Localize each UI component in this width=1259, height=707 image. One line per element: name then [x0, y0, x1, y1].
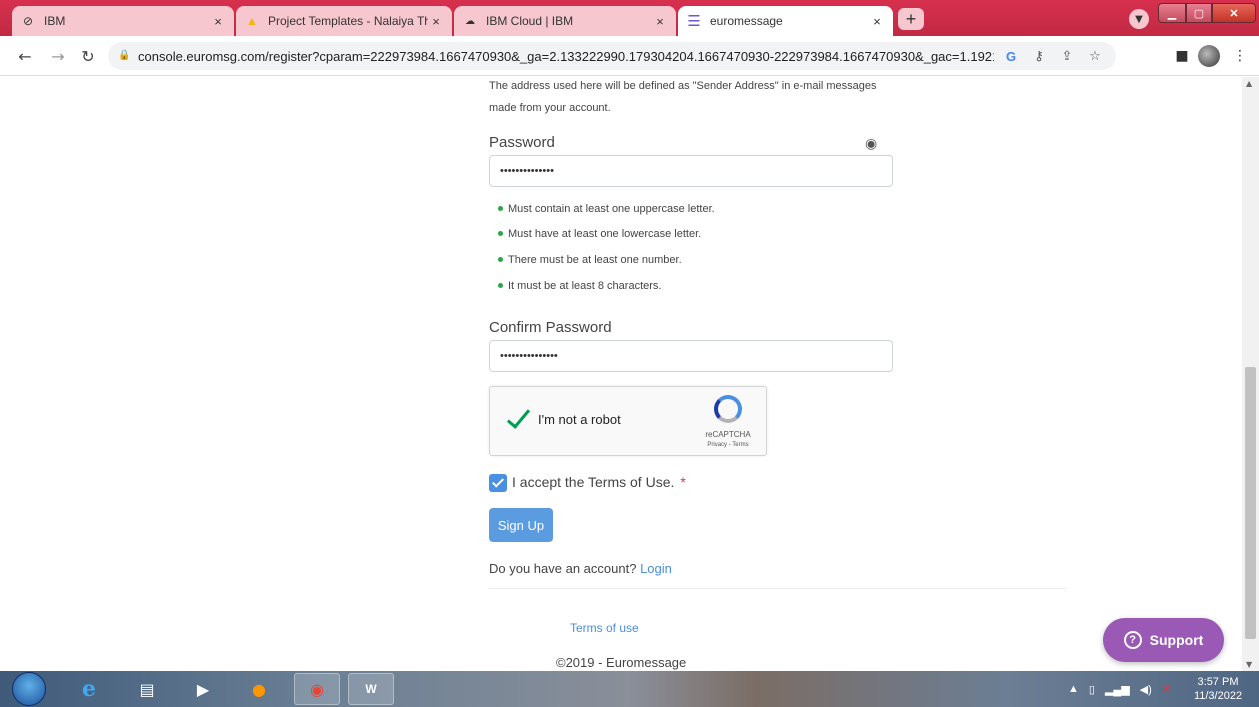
- internet-explorer-icon[interactable]: e: [66, 673, 112, 705]
- start-button[interactable]: [12, 672, 46, 706]
- close-icon[interactable]: ×: [210, 14, 226, 29]
- close-icon[interactable]: ×: [428, 14, 444, 29]
- terms-text: I accept the Terms of Use.: [512, 474, 675, 490]
- menu-icon: ☰: [687, 13, 701, 30]
- media-player-icon[interactable]: ▶: [180, 673, 226, 705]
- terms-checkbox[interactable]: [489, 474, 507, 492]
- account-question: Do you have an account? Login: [489, 561, 672, 576]
- close-icon[interactable]: ×: [869, 14, 885, 29]
- check-dot-icon: [498, 205, 503, 211]
- tray-expand-icon[interactable]: ▲: [1068, 683, 1079, 695]
- required-mark: *: [680, 474, 686, 490]
- url-text[interactable]: console.euromsg.com/register?cparam=2229…: [138, 49, 994, 64]
- more-menu-icon[interactable]: ⋮: [1230, 46, 1250, 66]
- password-rule: There must be at least one number.: [498, 254, 682, 266]
- recaptcha-widget: I'm not a robot reCAPTCHA Privacy - Term…: [489, 386, 767, 456]
- address-bar[interactable]: 🔒 console.euromsg.com/register?cparam=22…: [108, 42, 1116, 70]
- file-explorer-icon[interactable]: ▤: [124, 673, 170, 705]
- rule-text: It must be at least 8 characters.: [508, 280, 662, 292]
- browser-toolbar: ← → ↻ 🔒 console.euromsg.com/register?cpa…: [0, 36, 1259, 76]
- key-icon[interactable]: ⚷: [1028, 49, 1050, 64]
- rule-text: Must have at least one lowercase letter.: [508, 228, 702, 240]
- close-icon[interactable]: ×: [652, 14, 668, 29]
- windows-taskbar: e ▤ ▶ ● ◉ W ▲ ▯ ▂▄▆ ◀) ✕ 3:57 PM 11/3/20…: [0, 671, 1259, 707]
- chevron-down-icon[interactable]: ▼: [1129, 9, 1149, 29]
- tab-title: IBM Cloud | IBM: [486, 14, 574, 28]
- google-drive-icon: ▲: [246, 14, 258, 28]
- support-label: Support: [1149, 632, 1204, 648]
- captcha-checkbox[interactable]: [504, 405, 532, 433]
- captcha-label: I'm not a robot: [538, 412, 621, 427]
- back-arrow-icon[interactable]: ←: [15, 46, 35, 66]
- tab-project-templates[interactable]: ▲ Project Templates - Nalaiya Thira ×: [236, 6, 452, 36]
- rule-text: Must contain at least one uppercase lett…: [508, 203, 715, 215]
- forward-arrow-icon[interactable]: →: [48, 46, 68, 66]
- confirm-password-label: Confirm Password: [489, 319, 612, 336]
- firefox-icon[interactable]: ●: [236, 673, 282, 705]
- email-hint: The address used here will be defined as…: [489, 80, 877, 92]
- taskbar-clock[interactable]: 3:57 PM 11/3/2022: [1185, 675, 1251, 703]
- tab-title: euromessage: [710, 14, 783, 28]
- new-tab-button[interactable]: +: [898, 8, 924, 30]
- password-label: Password: [489, 134, 555, 151]
- tab-ibm[interactable]: ⊘ IBM ×: [12, 6, 234, 36]
- password-rule: It must be at least 8 characters.: [498, 280, 661, 292]
- reload-icon[interactable]: ↻: [78, 46, 98, 66]
- word-icon[interactable]: W: [348, 673, 394, 705]
- clock-time: 3:57 PM: [1197, 676, 1239, 688]
- tab-ibm-cloud[interactable]: ☁ IBM Cloud | IBM ×: [454, 6, 676, 36]
- google-icon[interactable]: G: [1000, 49, 1022, 64]
- rule-text: There must be at least one number.: [508, 254, 682, 266]
- footer-divider: [489, 588, 1067, 589]
- browser-tabstrip: ⊘ IBM × ▲ Project Templates - Nalaiya Th…: [0, 0, 1259, 36]
- email-hint-cont: made from your account.: [489, 102, 611, 114]
- support-button[interactable]: ? Support: [1103, 618, 1224, 662]
- password-rule: Must contain at least one uppercase lett…: [498, 203, 715, 215]
- terms-of-use-link[interactable]: Terms of use: [570, 621, 639, 635]
- network-icon[interactable]: ✕: [1162, 683, 1171, 696]
- sign-up-button[interactable]: Sign Up: [489, 508, 553, 542]
- scrollbar-thumb[interactable]: [1245, 367, 1256, 639]
- star-icon[interactable]: ☆: [1084, 49, 1106, 64]
- clock-date: 11/3/2022: [1193, 690, 1243, 702]
- window-close-button[interactable]: ✕: [1212, 3, 1256, 23]
- eye-icon[interactable]: ◉: [865, 135, 877, 152]
- check-dot-icon: [498, 282, 503, 288]
- check-dot-icon: [498, 230, 503, 236]
- maximize-button[interactable]: ▢: [1186, 3, 1212, 23]
- ibm-cloud-icon: ☁: [465, 15, 475, 27]
- password-rule: Must have at least one lowercase letter.: [498, 228, 701, 240]
- lock-icon: 🔒: [118, 50, 131, 61]
- account-question-text: Do you have an account?: [489, 561, 637, 576]
- volume-icon[interactable]: ◀): [1140, 683, 1152, 696]
- confirm-password-field[interactable]: •••••••••••••••: [489, 340, 893, 372]
- signal-icon[interactable]: ▂▄▆: [1105, 683, 1130, 696]
- share-icon[interactable]: ⇪: [1056, 49, 1078, 64]
- captcha-brand: reCAPTCHA: [705, 430, 751, 439]
- side-panel-icon[interactable]: ■: [1172, 46, 1192, 66]
- check-dot-icon: [498, 256, 503, 262]
- copyright: ©2019 - Euromessage: [556, 655, 687, 670]
- password-field[interactable]: ••••••••••••••: [489, 155, 893, 187]
- captcha-links[interactable]: Privacy - Terms: [696, 442, 760, 448]
- question-icon: ?: [1123, 631, 1142, 649]
- scroll-down-icon[interactable]: ▼: [1246, 660, 1252, 669]
- page-viewport: The address used here will be defined as…: [0, 77, 1242, 671]
- chrome-icon[interactable]: ◉: [294, 673, 340, 705]
- login-link[interactable]: Login: [640, 561, 672, 576]
- minimize-button[interactable]: ▁: [1158, 3, 1186, 23]
- tab-title: Project Templates - Nalaiya Thira: [268, 14, 428, 28]
- tab-euromessage[interactable]: ☰ euromessage ×: [678, 6, 893, 36]
- terms-label[interactable]: I accept the Terms of Use. *: [512, 474, 686, 490]
- page-scrollbar[interactable]: ▲ ▼: [1242, 77, 1259, 671]
- globe-icon: ⊘: [22, 14, 34, 28]
- tab-title: IBM: [44, 14, 66, 28]
- avatar[interactable]: [1198, 45, 1220, 67]
- battery-icon[interactable]: ▯: [1089, 683, 1095, 696]
- recaptcha-logo-icon: [714, 395, 742, 423]
- system-tray: ▲ ▯ ▂▄▆ ◀) ✕: [1068, 671, 1171, 707]
- scroll-up-icon[interactable]: ▲: [1246, 79, 1252, 88]
